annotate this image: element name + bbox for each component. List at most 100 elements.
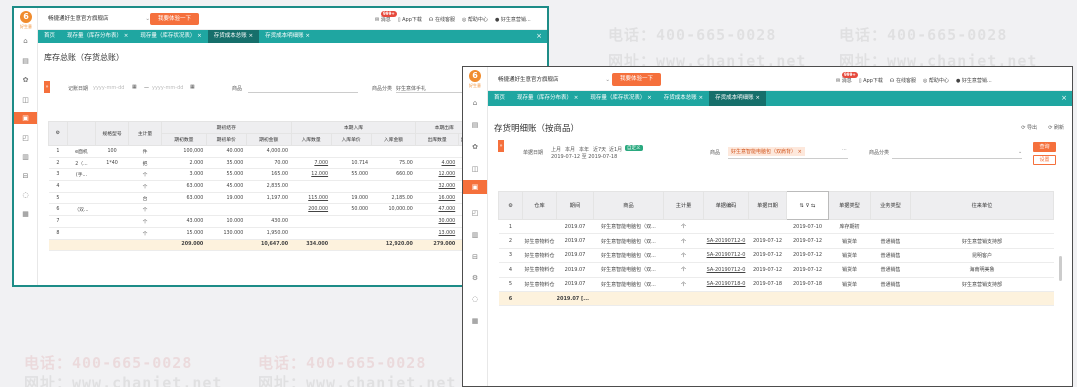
home-icon[interactable]: ⌂ [463, 97, 487, 109]
box-icon[interactable]: ▦ [14, 208, 37, 220]
clipboard-icon[interactable]: ▥ [14, 151, 37, 163]
company-selector[interactable]: 畅捷通好生意官方旗舰店 ⌄ [48, 13, 150, 25]
tab-stock-status[interactable]: 现存量（库存状况表） × [584, 91, 657, 106]
tab-home[interactable]: 首页 [38, 30, 61, 43]
tab-home[interactable]: 首页 [488, 91, 511, 106]
quick-7-days[interactable]: 近7天 [593, 146, 606, 153]
quick-last-month[interactable]: 上月 [551, 146, 561, 153]
date-range-value[interactable]: 2019-07-12 至 2019-07-18 [551, 153, 617, 160]
tab-cost-ledger[interactable]: 存货成本总账 × [207, 30, 260, 43]
stock-icon[interactable]: ▣ [14, 112, 37, 124]
table-cell [663, 291, 704, 307]
chevron-down-icon[interactable]: ⌄ [1018, 149, 1022, 155]
clipboard-icon[interactable]: ▥ [463, 229, 487, 241]
app-download-link[interactable]: ▯ App下载 [398, 17, 422, 23]
stock-icon[interactable]: ▣ [463, 180, 487, 194]
tab-cost-detail[interactable]: 存货成本明细账 × [709, 91, 767, 106]
table-cell: 2019-07-12 [748, 262, 787, 278]
refresh-icon[interactable]: ◌ [14, 189, 37, 201]
settings-button[interactable]: 设置 [1033, 155, 1056, 165]
table-row[interactable]: 6 （双... 个 200.000 50.000 10,000.00 47.000 [48, 203, 473, 217]
category-input[interactable]: 好生意体手礼 [396, 85, 426, 92]
calendar-icon[interactable]: ▤ [14, 55, 37, 67]
table-row[interactable]: 3 (手... 个 3.000 55.000 165.00 12.000 55.000 660.… [48, 168, 473, 182]
message-link[interactable]: ✉ 999+ 消息 [836, 72, 858, 84]
bag-icon[interactable]: ◫ [14, 94, 37, 106]
online-service-link[interactable]: ☊ 在线客服 [429, 17, 455, 23]
user-avatar[interactable]: ● 好生意营销... [956, 78, 992, 84]
table-row[interactable]: 1 e面机 100 件 100,000 40.000 4,000.00 [48, 145, 473, 158]
settings-icon[interactable]: ⚙ [498, 191, 523, 220]
quick-1-month[interactable]: 近1月 [609, 146, 622, 153]
goods-input[interactable] [248, 92, 358, 93]
gear-icon[interactable]: ⚙ [463, 272, 487, 284]
doc-code-link[interactable]: SA-20190712-0 [703, 233, 749, 249]
quick-this-year[interactable]: 本年 [579, 146, 589, 153]
start-date-input[interactable]: yyyy-mm-dd [93, 85, 124, 91]
table-cell: 4,000.00 [246, 145, 292, 158]
home-icon[interactable]: ⌂ [14, 35, 37, 47]
copy-icon[interactable]: ⊟ [14, 170, 37, 182]
doc-code-link[interactable]: SA-20190712-0 [703, 262, 749, 278]
doc-code-link[interactable] [703, 219, 749, 235]
settings-icon[interactable]: ✿ [14, 74, 37, 86]
tab-stock-distribution[interactable]: 现存量（库存分布表） × [61, 30, 134, 43]
custom-date-tag[interactable]: 自定义 [625, 145, 643, 151]
box-icon[interactable]: ▦ [463, 315, 487, 327]
table-row[interactable]: 3 好生意物料仓 2019.07 好生意智能电脑包（双... 个 SA-20190712-… [498, 248, 1054, 264]
user-avatar[interactable]: ● 好生意营销... [495, 17, 531, 23]
doc-code-link[interactable]: SA-20190718-0 [703, 277, 749, 292]
filter-toggle[interactable]: » [498, 140, 504, 152]
export-button[interactable]: ⟳ 导出 [1021, 124, 1037, 131]
close-icon[interactable]: × [536, 30, 542, 43]
category-input[interactable] [892, 158, 1022, 159]
col-sort-tools[interactable]: ⇅ ⊽ ⇆ [786, 191, 829, 220]
lock-icon[interactable]: ◰ [14, 132, 37, 144]
bag-icon[interactable]: ◫ [463, 163, 487, 175]
quick-this-month[interactable]: 本月 [565, 146, 575, 153]
table-row[interactable]: 7 个 43.000 10.000 430.00 30.000 [48, 215, 473, 228]
copy-icon[interactable]: ⊟ [463, 251, 487, 263]
tab-stock-status[interactable]: 现存量（库存状况表） × [134, 30, 207, 43]
table-row[interactable]: 5 好生意物料仓 2019.07 好生意智能电脑包（双... 个 SA-20190718-… [498, 277, 1054, 292]
help-center-link[interactable]: ◎ 帮助中心 [923, 78, 949, 84]
goods-input[interactable] [728, 158, 848, 159]
help-center-link[interactable]: ◎ 帮助中心 [462, 17, 488, 23]
end-date-input[interactable]: yyyy-mm-dd [152, 85, 183, 91]
table-cell: 55.000 [206, 168, 247, 182]
refresh-button[interactable]: ⟳ 刷新 [1048, 124, 1064, 131]
goods-tag[interactable]: 好生意智能电脑包（双肩背） × [728, 147, 805, 156]
trial-button[interactable]: 我要体验一下 [150, 13, 200, 25]
table-row[interactable]: 4 好生意物料仓 2019.07 好生意智能电脑包（双... 个 SA-20190712-… [498, 262, 1054, 278]
table-row[interactable]: 1 2019.07 好生意智能电脑包（双... 个 2019-07-10 库存期初 [498, 219, 1054, 235]
topbar-right: ✉ 999+ 消息 ▯ App下载 ☊ 在线客服 ◎ 帮助中心 ● 好生意营销... [829, 72, 992, 84]
tab-cost-ledger[interactable]: 存货成本总账 × [658, 91, 709, 106]
trial-button[interactable]: 我要体验一下 [612, 73, 662, 86]
calendar-icon[interactable]: ▦ [132, 84, 137, 90]
table-row[interactable]: 2 2（... 1*40 把 2.000 35.000 70.00 7.000 10.714 75… [48, 157, 473, 170]
table-row[interactable]: 4 个 63.000 45.000 2,835.00 32.000 [48, 180, 473, 193]
tab-stock-distribution[interactable]: 现存量（库存分布表） × [511, 91, 584, 106]
table-cell: 普通销售 [870, 248, 911, 264]
query-button[interactable]: 查询 [1033, 142, 1056, 152]
doc-code-link[interactable]: SA-20190712-0 [703, 248, 749, 264]
table-row[interactable]: 2 好生意物料仓 2019.07 好生意智能电脑包（双... 个 SA-20190712-… [498, 233, 1054, 249]
online-service-link[interactable]: ☊ 在线客服 [890, 78, 916, 84]
company-selector[interactable]: 畅捷通好生意官方旗舰店 ⌄ [498, 74, 610, 86]
table-row[interactable]: 8 个 15.000 130.000 1,950.00 13.000 [48, 227, 473, 240]
calendar-icon[interactable]: ▦ [190, 84, 195, 90]
table-row[interactable]: 5 台 63.000 19.000 1,197.00 115.000 19.000 2,185… [48, 192, 473, 205]
message-link[interactable]: ✉ 999+ 消息 [375, 11, 397, 23]
table-cell: 5 [498, 277, 523, 292]
filter-toggle[interactable]: » [44, 81, 50, 93]
lock-icon[interactable]: ◰ [463, 207, 487, 219]
app-download-link[interactable]: ▯ App下载 [859, 78, 883, 84]
close-icon[interactable]: × [1061, 91, 1067, 106]
settings-icon[interactable]: ✿ [463, 141, 487, 153]
refresh-icon[interactable]: ◌ [463, 293, 487, 305]
scrollbar[interactable] [1059, 256, 1062, 281]
more-icon[interactable]: ⋯ [842, 147, 847, 153]
tab-cost-detail[interactable]: 存货成本明细账 × [259, 30, 316, 43]
calendar-icon[interactable]: ▤ [463, 119, 487, 131]
settings-icon[interactable]: ⚙ [48, 121, 68, 146]
